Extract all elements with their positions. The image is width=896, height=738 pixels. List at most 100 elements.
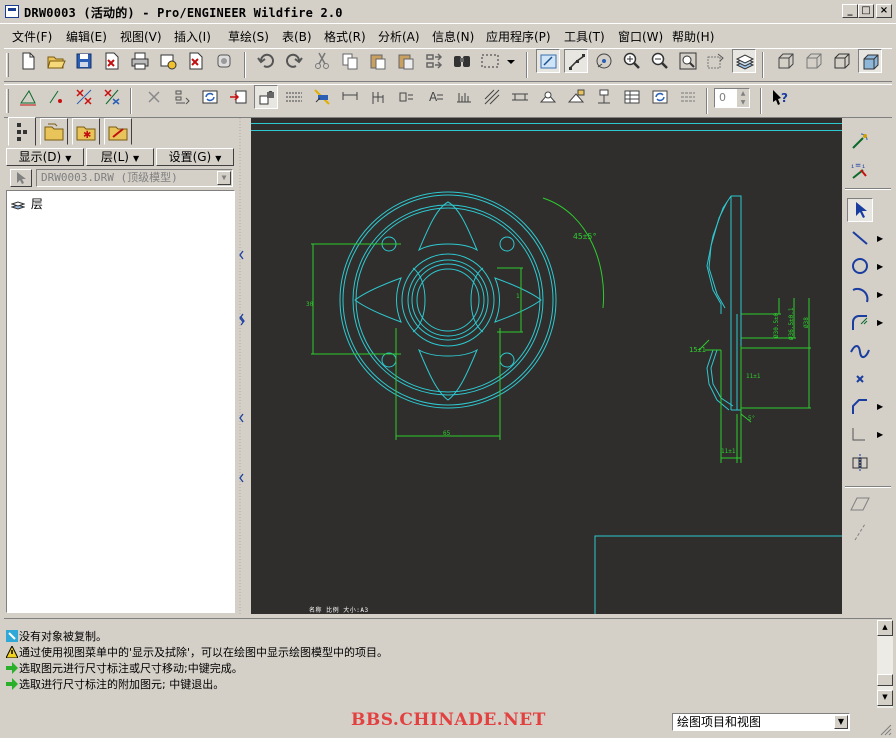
close-button[interactable]: × [876, 4, 892, 18]
whats-this-icon[interactable]: ? [768, 85, 792, 109]
model-combo[interactable]: DRW0003.DRW (顶级模型) ▼ [36, 169, 233, 187]
surface-finish-icon[interactable] [508, 85, 532, 109]
angle-dimension[interactable]: 45±5° [573, 232, 597, 241]
lock-view-icon[interactable] [254, 85, 278, 109]
refit-icon[interactable] [676, 49, 700, 73]
scroll-up-icon[interactable]: ▲ [877, 620, 893, 636]
scroll-thumb[interactable] [877, 674, 893, 686]
wireframe-icon[interactable] [774, 49, 798, 73]
diameter-dimension-1[interactable]: Ø30.5±0 [773, 312, 780, 338]
front-left-dimension[interactable]: 30 [306, 301, 314, 308]
email-icon[interactable] [156, 49, 180, 73]
repaint-icon[interactable] [704, 49, 728, 73]
hatch-icon[interactable] [480, 85, 504, 109]
move-view-icon[interactable] [226, 85, 250, 109]
new-icon[interactable] [16, 49, 40, 73]
offset-icon[interactable] [847, 422, 873, 446]
parallel-icon[interactable] [847, 492, 873, 516]
resize-grip-icon[interactable] [878, 722, 892, 736]
tab-model-tree[interactable] [8, 117, 36, 146]
side-small-dimension[interactable]: 5° [748, 415, 755, 422]
offset-flyout-icon[interactable]: ▶ [877, 430, 883, 439]
select-model-button[interactable] [10, 169, 32, 187]
precision-stepper[interactable]: 0 ▲ ▼ [714, 88, 750, 108]
no-hidden-icon[interactable] [830, 49, 854, 73]
print-icon[interactable] [128, 49, 152, 73]
side-bottom-dimension[interactable]: 11±1 [721, 448, 736, 455]
panel-splitter[interactable] [237, 118, 249, 614]
menu-help[interactable]: 帮助(H) [672, 28, 714, 45]
reference-icon[interactable] [394, 85, 418, 109]
front-right-dimension[interactable]: 1 [516, 293, 520, 300]
chamfer-flyout-icon[interactable]: ▶ [877, 402, 883, 411]
spline-icon[interactable] [847, 338, 873, 362]
menu-tools[interactable]: 工具(T) [564, 28, 605, 45]
pdf-icon[interactable] [184, 49, 208, 73]
layer-button[interactable]: 层(L) ▼ [86, 148, 154, 166]
menu-file[interactable]: 文件(F) [12, 28, 52, 45]
sketch-point-icon[interactable] [44, 85, 68, 109]
point-icon[interactable] [847, 366, 873, 390]
format-icon[interactable] [676, 85, 700, 109]
zoom-out-icon[interactable] [648, 49, 672, 73]
chamfer-icon[interactable] [847, 394, 873, 418]
sketch-tools-icon[interactable] [847, 130, 873, 154]
menu-view[interactable]: 视图(V) [120, 28, 162, 45]
undo-icon[interactable] [254, 49, 278, 73]
tree-item-layers[interactable]: 层 [11, 195, 43, 212]
spin-center-icon[interactable] [592, 49, 616, 73]
regenerate-icon[interactable] [422, 49, 446, 73]
edge-icon[interactable] [847, 520, 873, 544]
cut-icon[interactable] [310, 49, 334, 73]
balloon-icon[interactable] [452, 85, 476, 109]
sketch-trim-icon[interactable] [72, 85, 96, 109]
paste-icon[interactable] [366, 49, 390, 73]
arc-icon[interactable] [847, 282, 873, 306]
symbol-icon[interactable] [536, 85, 560, 109]
menu-format[interactable]: 格式(R) [324, 28, 366, 45]
copy-icon[interactable] [338, 49, 362, 73]
save-icon[interactable] [72, 49, 96, 73]
menu-info[interactable]: 信息(N) [432, 28, 474, 45]
layers-icon[interactable] [732, 49, 756, 73]
maximize-button[interactable]: □ [858, 4, 874, 18]
zoom-in-icon[interactable] [620, 49, 644, 73]
sketch-delete-icon[interactable] [100, 85, 124, 109]
tab-connections[interactable] [104, 118, 132, 145]
drawing-canvas[interactable]: 45±5° 65 30 1 15±1 11±1 11±1 5° Ø30.5±0 … [251, 118, 842, 614]
fillet-icon[interactable] [847, 310, 873, 334]
message-scrollbar[interactable]: ▲ ▼ [877, 620, 893, 708]
line-flyout-icon[interactable]: ▶ [877, 234, 883, 243]
menu-analysis[interactable]: 分析(A) [378, 28, 420, 45]
scroll-down-icon[interactable]: ▼ [877, 690, 893, 706]
minimize-button[interactable]: _ [842, 4, 858, 18]
relations-icon[interactable]: ᵢ=ᵢ [847, 158, 873, 182]
detail-icon[interactable] [170, 85, 194, 109]
custom-symbol-icon[interactable] [564, 85, 588, 109]
table-icon[interactable] [282, 85, 306, 109]
side-left-dimension[interactable]: 15±1 [689, 346, 706, 354]
select-box-icon[interactable] [478, 49, 502, 73]
menu-insert[interactable]: 插入(I) [174, 28, 211, 45]
regen-view-icon[interactable] [198, 85, 222, 109]
shading-icon[interactable] [858, 49, 882, 73]
redo-icon[interactable] [282, 49, 306, 73]
select-arrow-icon[interactable] [847, 198, 873, 222]
menu-edit[interactable]: 编辑(E) [66, 28, 107, 45]
settings-button[interactable]: 设置(G) ▼ [156, 148, 234, 166]
chevron-down-icon[interactable]: ▼ [217, 171, 231, 185]
selection-filter[interactable]: 绘图项目和视图 ▼ [672, 713, 850, 731]
note-icon[interactable]: A [424, 85, 448, 109]
app-icon[interactable] [5, 5, 19, 18]
save-copy-icon[interactable] [100, 49, 124, 73]
toolbar-grip[interactable] [6, 53, 9, 77]
side-mid-dimension[interactable]: 11±1 [746, 373, 761, 380]
ordinate-icon[interactable] [366, 85, 390, 109]
hidden-line-icon[interactable] [802, 49, 826, 73]
circle-icon[interactable] [847, 254, 873, 278]
diameter-dimension-3[interactable]: Ø38 [803, 317, 810, 328]
sketch-line-icon[interactable] [16, 85, 40, 109]
find-icon[interactable] [450, 49, 474, 73]
tab-folder-browser[interactable] [40, 118, 68, 145]
datum-display-icon[interactable] [536, 49, 560, 73]
